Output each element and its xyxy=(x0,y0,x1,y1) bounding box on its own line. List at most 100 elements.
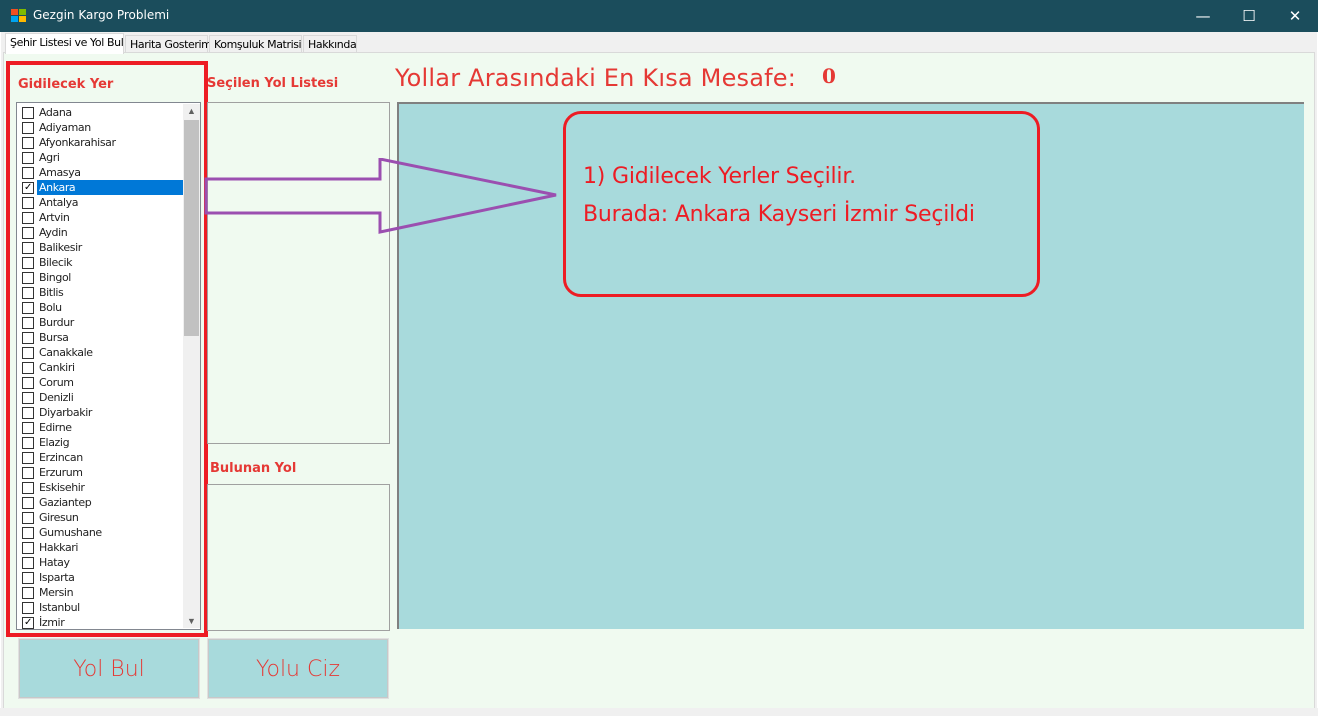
city-checkbox[interactable] xyxy=(22,362,34,374)
city-checkbox[interactable] xyxy=(22,407,34,419)
city-checkbox[interactable] xyxy=(22,392,34,404)
list-item[interactable]: Corum xyxy=(19,375,183,390)
list-item[interactable]: Denizli xyxy=(19,390,183,405)
list-item[interactable]: Artvin xyxy=(19,210,183,225)
list-item[interactable]: Bursa xyxy=(19,330,183,345)
list-item[interactable]: Erzurum xyxy=(19,465,183,480)
city-checkbox[interactable] xyxy=(22,527,34,539)
tab-map[interactable]: Harita Gosterimi xyxy=(125,35,215,53)
city-checkbox[interactable] xyxy=(22,152,34,164)
city-checkbox[interactable] xyxy=(22,542,34,554)
list-item[interactable]: Antalya xyxy=(19,195,183,210)
list-item[interactable]: ✓ İzmir xyxy=(19,615,183,630)
annotation-arrow-icon xyxy=(204,158,557,234)
city-checkbox[interactable] xyxy=(22,107,34,119)
city-checkbox[interactable] xyxy=(22,332,34,344)
city-checkbox[interactable] xyxy=(22,497,34,509)
city-name: İzmir xyxy=(39,616,65,629)
list-item[interactable]: Adana xyxy=(19,105,183,120)
list-item[interactable]: Erzincan xyxy=(19,450,183,465)
city-checkbox[interactable] xyxy=(22,257,34,269)
list-item[interactable]: Isparta xyxy=(19,570,183,585)
list-item[interactable]: Afyonkarahisar xyxy=(19,135,183,150)
city-name: Balikesir xyxy=(39,241,82,254)
list-item[interactable]: Amasya xyxy=(19,165,183,180)
minimize-button[interactable]: — xyxy=(1180,0,1226,32)
city-checkbox[interactable] xyxy=(22,347,34,359)
list-item[interactable]: Cankiri xyxy=(19,360,183,375)
found-road-list[interactable] xyxy=(207,484,390,631)
city-checkbox[interactable] xyxy=(22,512,34,524)
list-item[interactable]: Balikesir xyxy=(19,240,183,255)
city-checkbox[interactable] xyxy=(22,602,34,614)
list-item[interactable]: Istanbul xyxy=(19,600,183,615)
city-checkbox[interactable] xyxy=(22,212,34,224)
list-item[interactable]: Canakkale xyxy=(19,345,183,360)
title-bar: Gezgin Kargo Problemi — ☐ ✕ xyxy=(0,0,1318,32)
city-checkbox[interactable] xyxy=(22,197,34,209)
maximize-button[interactable]: ☐ xyxy=(1226,0,1272,32)
city-checkbox[interactable] xyxy=(22,452,34,464)
list-item[interactable]: Bitlis xyxy=(19,285,183,300)
tab-adjacency-matrix[interactable]: Komşuluk Matrisi xyxy=(209,35,302,53)
city-checkbox[interactable] xyxy=(22,122,34,134)
city-checkbox[interactable] xyxy=(22,242,34,254)
city-checkbox[interactable] xyxy=(22,272,34,284)
draw-road-button[interactable]: Yolu Ciz xyxy=(207,638,389,699)
scroll-down-icon[interactable]: ▼ xyxy=(183,614,200,628)
scroll-up-icon[interactable]: ▲ xyxy=(183,104,200,118)
shortest-distance-label: Yollar Arasındaki En Kısa Mesafe: xyxy=(395,64,797,92)
list-item[interactable]: Hakkari xyxy=(19,540,183,555)
annotation-line-1: 1) Gidilecek Yerler Seçilir. xyxy=(583,164,856,189)
city-list-scrollbar[interactable]: ▲ ▼ xyxy=(183,104,200,628)
city-name: Burdur xyxy=(39,316,74,329)
list-item[interactable]: Gumushane xyxy=(19,525,183,540)
app-icon-part xyxy=(11,9,18,15)
city-checkbox[interactable] xyxy=(22,227,34,239)
city-checkbox[interactable]: ✓ xyxy=(22,617,34,629)
city-name: Hatay xyxy=(39,556,70,569)
find-road-button[interactable]: Yol Bul xyxy=(18,638,200,699)
list-item[interactable]: Aydin xyxy=(19,225,183,240)
city-checkbox[interactable] xyxy=(22,437,34,449)
list-item[interactable]: Gaziantep xyxy=(19,495,183,510)
city-checkbox[interactable] xyxy=(22,302,34,314)
list-item[interactable]: Hatay xyxy=(19,555,183,570)
list-item[interactable]: Edirne xyxy=(19,420,183,435)
list-item[interactable]: Bilecik xyxy=(19,255,183,270)
tab-about[interactable]: Hakkında xyxy=(303,35,357,53)
list-item[interactable]: Bolu xyxy=(19,300,183,315)
list-item[interactable]: Agri xyxy=(19,150,183,165)
city-checkbox[interactable] xyxy=(22,572,34,584)
list-item[interactable]: Giresun xyxy=(19,510,183,525)
city-checkbox[interactable]: ✓ xyxy=(22,182,34,194)
scroll-thumb[interactable] xyxy=(184,120,199,336)
city-checklist[interactable]: Adana Adiyaman Afyonkarahisar Agri Amasya ✓ An… xyxy=(16,102,201,630)
app-icon xyxy=(11,9,26,23)
city-name: Afyonkarahisar xyxy=(39,136,116,149)
selected-roads-list[interactable] xyxy=(207,102,390,444)
tab-city-list[interactable]: Şehir Listesi ve Yol Bul xyxy=(5,33,124,54)
city-name: Bursa xyxy=(39,331,69,344)
list-item[interactable]: Mersin xyxy=(19,585,183,600)
list-item[interactable]: Bingol xyxy=(19,270,183,285)
city-checkbox[interactable] xyxy=(22,422,34,434)
list-item[interactable]: Diyarbakir xyxy=(19,405,183,420)
city-checkbox[interactable] xyxy=(22,377,34,389)
list-item[interactable]: Adiyaman xyxy=(19,120,183,135)
city-checkbox[interactable] xyxy=(22,482,34,494)
city-checkbox[interactable] xyxy=(22,287,34,299)
app-icon-part xyxy=(11,16,18,22)
city-name: Isparta xyxy=(39,571,75,584)
city-checkbox[interactable] xyxy=(22,557,34,569)
city-checkbox[interactable] xyxy=(22,467,34,479)
list-item[interactable]: ✓ Ankara xyxy=(19,180,183,195)
city-checkbox[interactable] xyxy=(22,317,34,329)
city-checkbox[interactable] xyxy=(22,167,34,179)
list-item[interactable]: Burdur xyxy=(19,315,183,330)
city-checkbox[interactable] xyxy=(22,137,34,149)
close-button[interactable]: ✕ xyxy=(1272,0,1318,32)
city-checkbox[interactable] xyxy=(22,587,34,599)
list-item[interactable]: Eskisehir xyxy=(19,480,183,495)
list-item[interactable]: Elazig xyxy=(19,435,183,450)
